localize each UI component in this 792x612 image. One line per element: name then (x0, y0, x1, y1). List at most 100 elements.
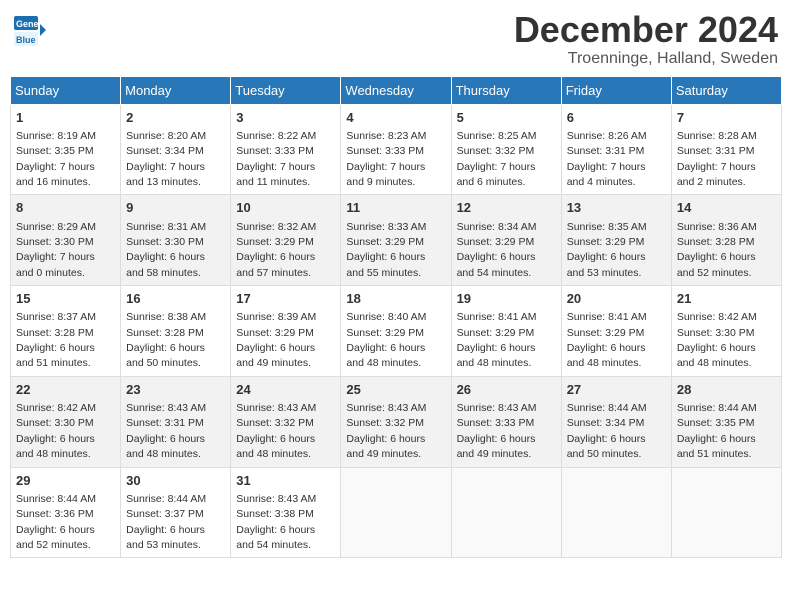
calendar-cell: 22 Sunrise: 8:42 AMSunset: 3:30 PMDaylig… (11, 376, 121, 467)
day-info: Sunrise: 8:40 AMSunset: 3:29 PMDaylight:… (346, 311, 426, 369)
day-info: Sunrise: 8:44 AMSunset: 3:36 PMDaylight:… (16, 493, 96, 551)
day-number: 1 (16, 109, 115, 127)
day-info: Sunrise: 8:33 AMSunset: 3:29 PMDaylight:… (346, 221, 426, 279)
calendar-cell (671, 467, 781, 558)
day-number: 4 (346, 109, 445, 127)
calendar-cell: 18 Sunrise: 8:40 AMSunset: 3:29 PMDaylig… (341, 286, 451, 377)
calendar-cell: 28 Sunrise: 8:44 AMSunset: 3:35 PMDaylig… (671, 376, 781, 467)
day-info: Sunrise: 8:19 AMSunset: 3:35 PMDaylight:… (16, 130, 96, 188)
day-info: Sunrise: 8:26 AMSunset: 3:31 PMDaylight:… (567, 130, 647, 188)
day-number: 31 (236, 472, 335, 490)
day-number: 5 (457, 109, 556, 127)
calendar-cell: 12 Sunrise: 8:34 AMSunset: 3:29 PMDaylig… (451, 195, 561, 286)
calendar-cell: 19 Sunrise: 8:41 AMSunset: 3:29 PMDaylig… (451, 286, 561, 377)
calendar-cell: 29 Sunrise: 8:44 AMSunset: 3:36 PMDaylig… (11, 467, 121, 558)
calendar-body: 1 Sunrise: 8:19 AMSunset: 3:35 PMDayligh… (11, 104, 782, 558)
day-info: Sunrise: 8:29 AMSunset: 3:30 PMDaylight:… (16, 221, 96, 279)
day-info: Sunrise: 8:22 AMSunset: 3:33 PMDaylight:… (236, 130, 316, 188)
day-info: Sunrise: 8:38 AMSunset: 3:28 PMDaylight:… (126, 311, 206, 369)
calendar-cell: 3 Sunrise: 8:22 AMSunset: 3:33 PMDayligh… (231, 104, 341, 195)
day-number: 14 (677, 199, 776, 217)
logo: General Blue (14, 16, 46, 48)
day-number: 23 (126, 381, 225, 399)
day-info: Sunrise: 8:43 AMSunset: 3:38 PMDaylight:… (236, 493, 316, 551)
day-number: 2 (126, 109, 225, 127)
day-header-sunday: Sunday (11, 76, 121, 104)
day-info: Sunrise: 8:25 AMSunset: 3:32 PMDaylight:… (457, 130, 537, 188)
calendar-week-row: 15 Sunrise: 8:37 AMSunset: 3:28 PMDaylig… (11, 286, 782, 377)
calendar-header-row: SundayMondayTuesdayWednesdayThursdayFrid… (11, 76, 782, 104)
calendar-week-row: 29 Sunrise: 8:44 AMSunset: 3:36 PMDaylig… (11, 467, 782, 558)
day-info: Sunrise: 8:28 AMSunset: 3:31 PMDaylight:… (677, 130, 757, 188)
logo-svg: General Blue (14, 16, 46, 48)
day-info: Sunrise: 8:34 AMSunset: 3:29 PMDaylight:… (457, 221, 537, 279)
day-info: Sunrise: 8:42 AMSunset: 3:30 PMDaylight:… (677, 311, 757, 369)
day-info: Sunrise: 8:44 AMSunset: 3:37 PMDaylight:… (126, 493, 206, 551)
day-info: Sunrise: 8:43 AMSunset: 3:31 PMDaylight:… (126, 402, 206, 460)
day-header-tuesday: Tuesday (231, 76, 341, 104)
calendar-cell (451, 467, 561, 558)
day-info: Sunrise: 8:43 AMSunset: 3:32 PMDaylight:… (236, 402, 316, 460)
day-header-thursday: Thursday (451, 76, 561, 104)
day-info: Sunrise: 8:42 AMSunset: 3:30 PMDaylight:… (16, 402, 96, 460)
day-number: 9 (126, 199, 225, 217)
day-info: Sunrise: 8:41 AMSunset: 3:29 PMDaylight:… (567, 311, 647, 369)
day-header-saturday: Saturday (671, 76, 781, 104)
calendar-cell: 9 Sunrise: 8:31 AMSunset: 3:30 PMDayligh… (121, 195, 231, 286)
day-number: 19 (457, 290, 556, 308)
calendar-cell: 13 Sunrise: 8:35 AMSunset: 3:29 PMDaylig… (561, 195, 671, 286)
day-info: Sunrise: 8:23 AMSunset: 3:33 PMDaylight:… (346, 130, 426, 188)
day-number: 13 (567, 199, 666, 217)
day-number: 24 (236, 381, 335, 399)
calendar-cell: 2 Sunrise: 8:20 AMSunset: 3:34 PMDayligh… (121, 104, 231, 195)
calendar-cell: 8 Sunrise: 8:29 AMSunset: 3:30 PMDayligh… (11, 195, 121, 286)
calendar-cell: 4 Sunrise: 8:23 AMSunset: 3:33 PMDayligh… (341, 104, 451, 195)
day-info: Sunrise: 8:36 AMSunset: 3:28 PMDaylight:… (677, 221, 757, 279)
day-number: 20 (567, 290, 666, 308)
day-number: 11 (346, 199, 445, 217)
month-title: December 2024 (514, 10, 778, 50)
calendar-table: SundayMondayTuesdayWednesdayThursdayFrid… (10, 76, 782, 559)
calendar-cell: 11 Sunrise: 8:33 AMSunset: 3:29 PMDaylig… (341, 195, 451, 286)
calendar-cell: 30 Sunrise: 8:44 AMSunset: 3:37 PMDaylig… (121, 467, 231, 558)
day-number: 25 (346, 381, 445, 399)
day-number: 15 (16, 290, 115, 308)
day-info: Sunrise: 8:31 AMSunset: 3:30 PMDaylight:… (126, 221, 206, 279)
calendar-cell: 31 Sunrise: 8:43 AMSunset: 3:38 PMDaylig… (231, 467, 341, 558)
day-number: 18 (346, 290, 445, 308)
day-header-wednesday: Wednesday (341, 76, 451, 104)
calendar-cell: 27 Sunrise: 8:44 AMSunset: 3:34 PMDaylig… (561, 376, 671, 467)
day-info: Sunrise: 8:32 AMSunset: 3:29 PMDaylight:… (236, 221, 316, 279)
calendar-cell: 16 Sunrise: 8:38 AMSunset: 3:28 PMDaylig… (121, 286, 231, 377)
day-number: 10 (236, 199, 335, 217)
page-header: General Blue December 2024 Troenninge, H… (10, 10, 782, 68)
day-number: 26 (457, 381, 556, 399)
calendar-cell: 25 Sunrise: 8:43 AMSunset: 3:32 PMDaylig… (341, 376, 451, 467)
day-number: 30 (126, 472, 225, 490)
calendar-cell: 20 Sunrise: 8:41 AMSunset: 3:29 PMDaylig… (561, 286, 671, 377)
day-number: 12 (457, 199, 556, 217)
calendar-week-row: 8 Sunrise: 8:29 AMSunset: 3:30 PMDayligh… (11, 195, 782, 286)
day-info: Sunrise: 8:44 AMSunset: 3:35 PMDaylight:… (677, 402, 757, 460)
calendar-cell: 7 Sunrise: 8:28 AMSunset: 3:31 PMDayligh… (671, 104, 781, 195)
day-number: 21 (677, 290, 776, 308)
svg-text:Blue: Blue (16, 35, 36, 45)
logo-container: General Blue (14, 16, 46, 48)
day-number: 27 (567, 381, 666, 399)
calendar-week-row: 22 Sunrise: 8:42 AMSunset: 3:30 PMDaylig… (11, 376, 782, 467)
calendar-cell: 6 Sunrise: 8:26 AMSunset: 3:31 PMDayligh… (561, 104, 671, 195)
day-info: Sunrise: 8:20 AMSunset: 3:34 PMDaylight:… (126, 130, 206, 188)
day-number: 29 (16, 472, 115, 490)
calendar-week-row: 1 Sunrise: 8:19 AMSunset: 3:35 PMDayligh… (11, 104, 782, 195)
day-header-friday: Friday (561, 76, 671, 104)
calendar-cell: 24 Sunrise: 8:43 AMSunset: 3:32 PMDaylig… (231, 376, 341, 467)
location-subtitle: Troenninge, Halland, Sweden (514, 50, 778, 68)
calendar-cell: 5 Sunrise: 8:25 AMSunset: 3:32 PMDayligh… (451, 104, 561, 195)
calendar-cell: 17 Sunrise: 8:39 AMSunset: 3:29 PMDaylig… (231, 286, 341, 377)
calendar-cell: 1 Sunrise: 8:19 AMSunset: 3:35 PMDayligh… (11, 104, 121, 195)
day-header-monday: Monday (121, 76, 231, 104)
day-info: Sunrise: 8:35 AMSunset: 3:29 PMDaylight:… (567, 221, 647, 279)
day-info: Sunrise: 8:41 AMSunset: 3:29 PMDaylight:… (457, 311, 537, 369)
calendar-cell: 23 Sunrise: 8:43 AMSunset: 3:31 PMDaylig… (121, 376, 231, 467)
title-area: December 2024 Troenninge, Halland, Swede… (514, 10, 778, 68)
